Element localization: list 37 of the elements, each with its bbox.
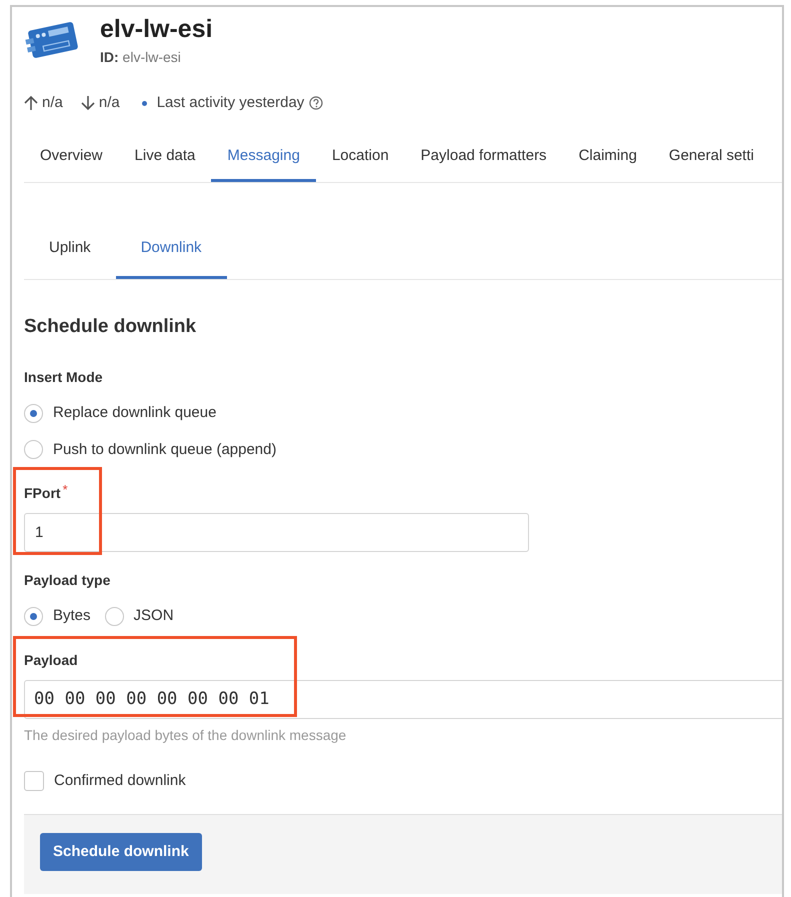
tab[interactable]: Live data [118,130,212,182]
downlink-count: n/a [98,93,120,113]
radio-button[interactable] [24,440,43,460]
subtab[interactable]: Uplink [24,225,116,278]
radio-button[interactable] [24,404,43,423]
subtab[interactable]: Downlink [116,225,227,278]
radio-label: Push to downlink queue (append) [53,440,276,460]
tab[interactable]: Claiming [562,130,653,182]
radio-button[interactable] [24,606,43,626]
checkbox[interactable] [24,770,44,791]
radio-button[interactable] [104,606,124,626]
help-icon[interactable] [309,96,324,110]
tab[interactable]: Messaging [211,130,316,182]
uplink-count: n/a [42,93,63,113]
tab[interactable]: Location [316,130,405,182]
up-arrow-icon [24,95,38,112]
payload-field[interactable]: 00 00 00 00 00 00 00 01 [24,680,782,718]
field-description: The desired payload bytes of the downlink message [24,726,348,745]
field-label: FPort [24,484,61,503]
field-label: Insert Mode [24,368,104,387]
tab[interactable]: Payload formatters [404,130,563,182]
fport-field[interactable]: 1 [24,513,529,552]
radio-label: JSON [134,606,174,626]
section-title: Schedule downlink [24,314,198,338]
tab[interactable]: Overview [24,130,119,182]
field-label: Payload [24,650,79,670]
device-id: ID: elv-lw-esi [100,48,182,67]
required-mark: * [62,481,68,499]
device-name: elv-lw-esi [100,14,213,45]
checkbox-label: Confirmed downlink [54,770,186,790]
tab[interactable]: General setti [652,130,770,182]
field-label: Payload type [24,571,112,590]
radio-label: Replace downlink queue [53,403,216,423]
schedule-downlink-button[interactable]: Schedule downlink [40,833,202,871]
radio-label: Bytes [53,606,91,626]
down-arrow-icon [80,95,95,112]
last-activity: Last activity yesterday [156,93,304,113]
